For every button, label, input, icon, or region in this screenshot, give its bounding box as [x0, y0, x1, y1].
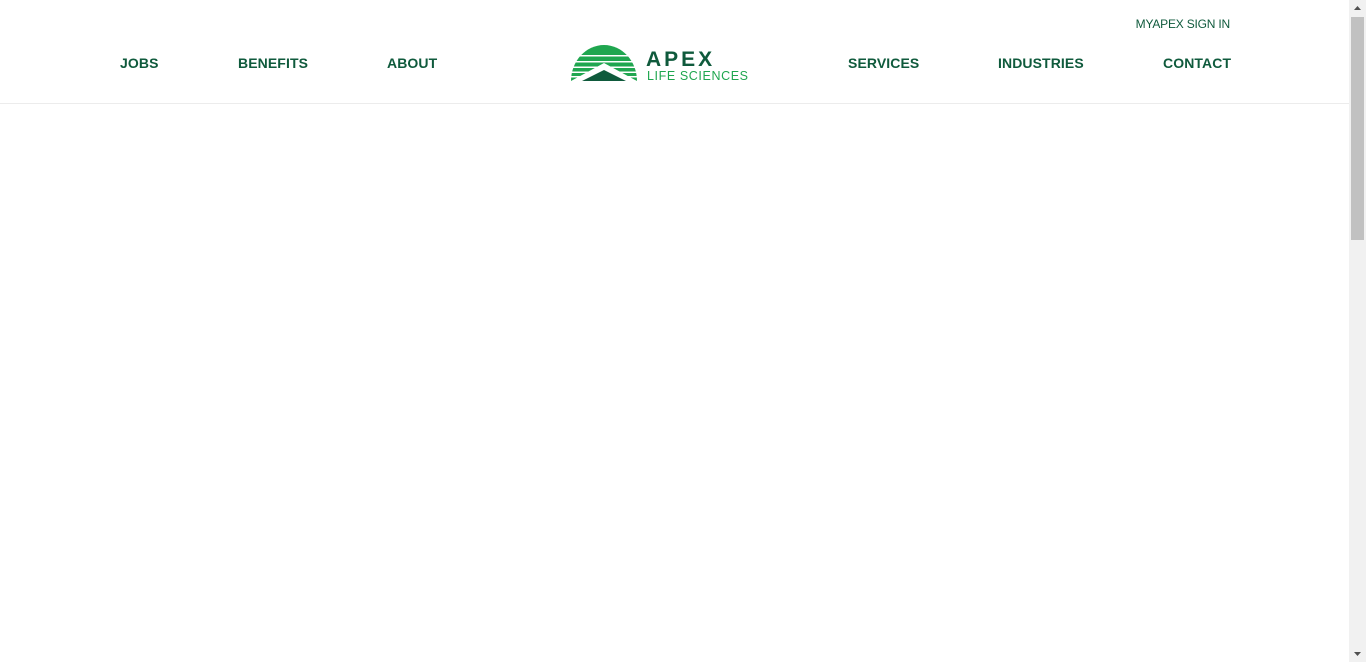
- nav-item-services[interactable]: SERVICES: [848, 55, 919, 71]
- browser-viewport: MYAPEX SIGN IN JOBS BENEFITS ABOUT APEX …: [0, 0, 1349, 662]
- apex-logo[interactable]: APEX LIFE SCIENCES: [570, 43, 782, 83]
- nav-item-contact[interactable]: CONTACT: [1163, 55, 1231, 71]
- site-header: MYAPEX SIGN IN JOBS BENEFITS ABOUT APEX …: [0, 0, 1349, 104]
- myapex-signin-link[interactable]: MYAPEX SIGN IN: [1136, 17, 1231, 31]
- nav-item-industries[interactable]: INDUSTRIES: [998, 55, 1084, 71]
- scroll-down-arrow-icon[interactable]: [1349, 645, 1366, 662]
- mountain-sun-icon: APEX LIFE SCIENCES: [571, 45, 749, 83]
- svg-text:LIFE SCIENCES: LIFE SCIENCES: [647, 69, 749, 83]
- svg-text:APEX: APEX: [646, 48, 715, 71]
- vertical-scrollbar[interactable]: [1349, 0, 1366, 662]
- nav-item-benefits[interactable]: BENEFITS: [238, 55, 308, 71]
- scroll-up-arrow-icon[interactable]: [1349, 0, 1366, 17]
- nav-item-about[interactable]: ABOUT: [387, 55, 437, 71]
- scrollbar-thumb[interactable]: [1351, 17, 1364, 240]
- page: MYAPEX SIGN IN JOBS BENEFITS ABOUT APEX …: [0, 0, 1366, 662]
- nav-item-jobs[interactable]: JOBS: [120, 55, 159, 71]
